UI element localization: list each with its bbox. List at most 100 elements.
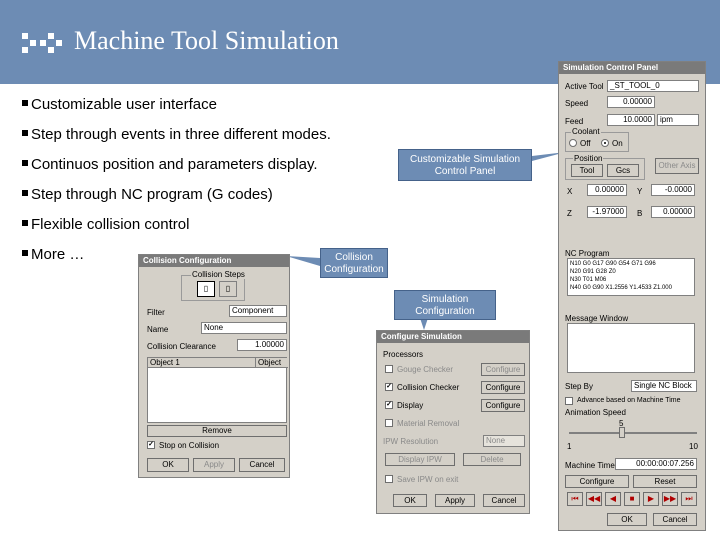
- step-by-select[interactable]: Single NC Block: [631, 380, 697, 392]
- message-window: [567, 323, 695, 373]
- nc-program-label: NC Program: [565, 249, 610, 258]
- step-back-icon[interactable]: ◀: [605, 492, 621, 506]
- display-configure-button[interactable]: Configure: [481, 399, 525, 412]
- slider-min-label: 1: [567, 442, 572, 451]
- coord-z-field: -1.97000: [587, 206, 627, 218]
- coord-x-field: 0.00000: [587, 184, 627, 196]
- animation-speed-slider-thumb[interactable]: [619, 427, 625, 438]
- column-header-object1[interactable]: Object 1: [148, 358, 256, 368]
- nc-line[interactable]: N10 G0 G17 G90 G54 G71 G96: [570, 260, 692, 268]
- simulation-control-panel: Simulation Control Panel Active Tool _ST…: [558, 61, 706, 531]
- ipw-resolution-select[interactable]: None: [483, 435, 525, 447]
- configure-button[interactable]: Configure: [565, 475, 629, 488]
- nc-line[interactable]: N20 G91 G28 Z0: [570, 268, 692, 276]
- advance-realtime-label: Advance based on Machine Time: [577, 397, 681, 404]
- coolant-off-label: Off: [580, 139, 591, 148]
- display-ipw-button[interactable]: Display IPW: [385, 453, 455, 466]
- collision-apply-button[interactable]: Apply: [193, 458, 235, 472]
- machine-time-field: 00:00:00:07.256: [615, 458, 697, 470]
- message-window-label: Message Window: [565, 314, 629, 323]
- panel-cancel-button[interactable]: Cancel: [653, 513, 697, 526]
- name-label: Name: [147, 325, 169, 334]
- gouge-checker-label: Gouge Checker: [397, 365, 454, 374]
- configure-simulation-dialog: Configure Simulation Processors Gouge Ch…: [376, 330, 530, 514]
- other-axis-button[interactable]: Other Axis: [655, 158, 699, 174]
- collision-configure-button[interactable]: Configure: [481, 381, 525, 394]
- collision-cancel-button[interactable]: Cancel: [239, 458, 285, 472]
- speed-field[interactable]: 0.00000: [607, 96, 655, 108]
- step-back-fast-icon[interactable]: ⏮: [567, 492, 583, 506]
- coord-b-field: 0.00000: [651, 206, 695, 218]
- callout-collision: Collision Configuration: [320, 248, 388, 278]
- gouge-checker-checkbox[interactable]: [385, 365, 393, 373]
- material-removal-label: Material Removal: [397, 419, 460, 428]
- stop-icon[interactable]: ■: [624, 492, 640, 506]
- coolant-label: Coolant: [571, 127, 601, 136]
- machine-time-label: Machine Time: [565, 461, 615, 470]
- processors-label: Processors: [383, 350, 424, 359]
- reset-button[interactable]: Reset: [633, 475, 697, 488]
- active-tool-field[interactable]: _ST_TOOL_0: [607, 80, 699, 92]
- feed-unit-field: ipm: [657, 114, 699, 126]
- display-checkbox[interactable]: ✓: [385, 401, 393, 409]
- collision-pairs-table[interactable]: Object 1 Object: [147, 357, 288, 423]
- collision-dialog-title: Collision Configuration: [139, 255, 289, 267]
- panel-ok-button[interactable]: OK: [607, 513, 647, 526]
- material-removal-checkbox[interactable]: [385, 419, 393, 427]
- coord-y-field: -0.0000: [651, 184, 695, 196]
- animation-speed-label: Animation Speed: [565, 408, 626, 417]
- display-label: Display: [397, 401, 424, 410]
- collision-step-icon[interactable]: ▯: [197, 281, 215, 297]
- collision-steps-label: Collision Steps: [191, 270, 246, 279]
- collision-checker-checkbox[interactable]: ✓: [385, 383, 393, 391]
- callout-control-panel: Customizable Simulation Control Panel: [398, 149, 532, 181]
- coord-y-label: Y: [637, 187, 643, 196]
- nc-program-list[interactable]: N10 G0 G17 G90 G54 G71 G96 N20 G91 G28 Z…: [567, 258, 695, 296]
- active-tool-label: Active Tool: [565, 82, 604, 91]
- gouge-configure-button[interactable]: Configure: [481, 363, 525, 376]
- feed-field[interactable]: 10.0000: [607, 114, 655, 126]
- nc-line[interactable]: N30 T01 M06: [570, 276, 692, 284]
- column-header-object2[interactable]: Object: [256, 358, 288, 368]
- coolant-on-radio[interactable]: [601, 139, 609, 147]
- stop-on-collision-checkbox[interactable]: ✓: [147, 441, 155, 449]
- speed-label: Speed: [565, 99, 589, 108]
- step-by-label: Step By: [565, 382, 594, 391]
- arrow-to-collision-icon: [286, 256, 320, 266]
- coolant-on-label: On: [612, 139, 623, 148]
- stop-on-collision-label: Stop on Collision: [159, 441, 220, 450]
- sim-ok-button[interactable]: OK: [393, 494, 427, 507]
- name-select[interactable]: None: [201, 322, 287, 334]
- animation-speed-track[interactable]: [569, 432, 697, 434]
- filter-label: Filter: [147, 308, 165, 317]
- callout-simulation: Simulation Configuration: [394, 290, 496, 320]
- coolant-off-radio[interactable]: [569, 139, 577, 147]
- rewind-icon[interactable]: ◀◀: [586, 492, 602, 506]
- sim-apply-button[interactable]: Apply: [435, 494, 475, 507]
- coord-z-label: Z: [567, 209, 572, 218]
- collision-step-alt-icon[interactable]: ▯: [219, 281, 237, 297]
- position-tool-button[interactable]: Tool: [571, 164, 603, 177]
- remove-button[interactable]: Remove: [147, 425, 287, 437]
- ipw-resolution-label: IPW Resolution: [383, 437, 439, 446]
- sim-dialog-title: Configure Simulation: [377, 331, 529, 343]
- collision-ok-button[interactable]: OK: [147, 458, 189, 472]
- clearance-field[interactable]: 1.00000: [237, 339, 287, 351]
- position-gcs-button[interactable]: Gcs: [607, 164, 639, 177]
- position-label: Position: [573, 154, 604, 163]
- coord-b-label: B: [637, 209, 643, 218]
- delete-button[interactable]: Delete: [463, 453, 521, 466]
- save-ipw-checkbox[interactable]: [385, 475, 393, 483]
- collision-config-dialog: Collision Configuration Collision Steps …: [138, 254, 290, 478]
- nc-line[interactable]: N40 G0 G90 X1.2556 Y1.4533 Z1.000: [570, 284, 692, 292]
- advance-realtime-checkbox[interactable]: [565, 397, 573, 405]
- feed-label: Feed: [565, 117, 584, 126]
- play-icon[interactable]: ▶: [643, 492, 659, 506]
- slider-max-label: 10: [689, 442, 698, 451]
- filter-select[interactable]: Component: [229, 305, 287, 317]
- clearance-label: Collision Clearance: [147, 342, 216, 351]
- sim-cancel-button[interactable]: Cancel: [483, 494, 525, 507]
- collision-checker-label: Collision Checker: [397, 383, 460, 392]
- fast-forward-icon[interactable]: ▶▶: [662, 492, 678, 506]
- step-forward-fast-icon[interactable]: ⏭: [681, 492, 697, 506]
